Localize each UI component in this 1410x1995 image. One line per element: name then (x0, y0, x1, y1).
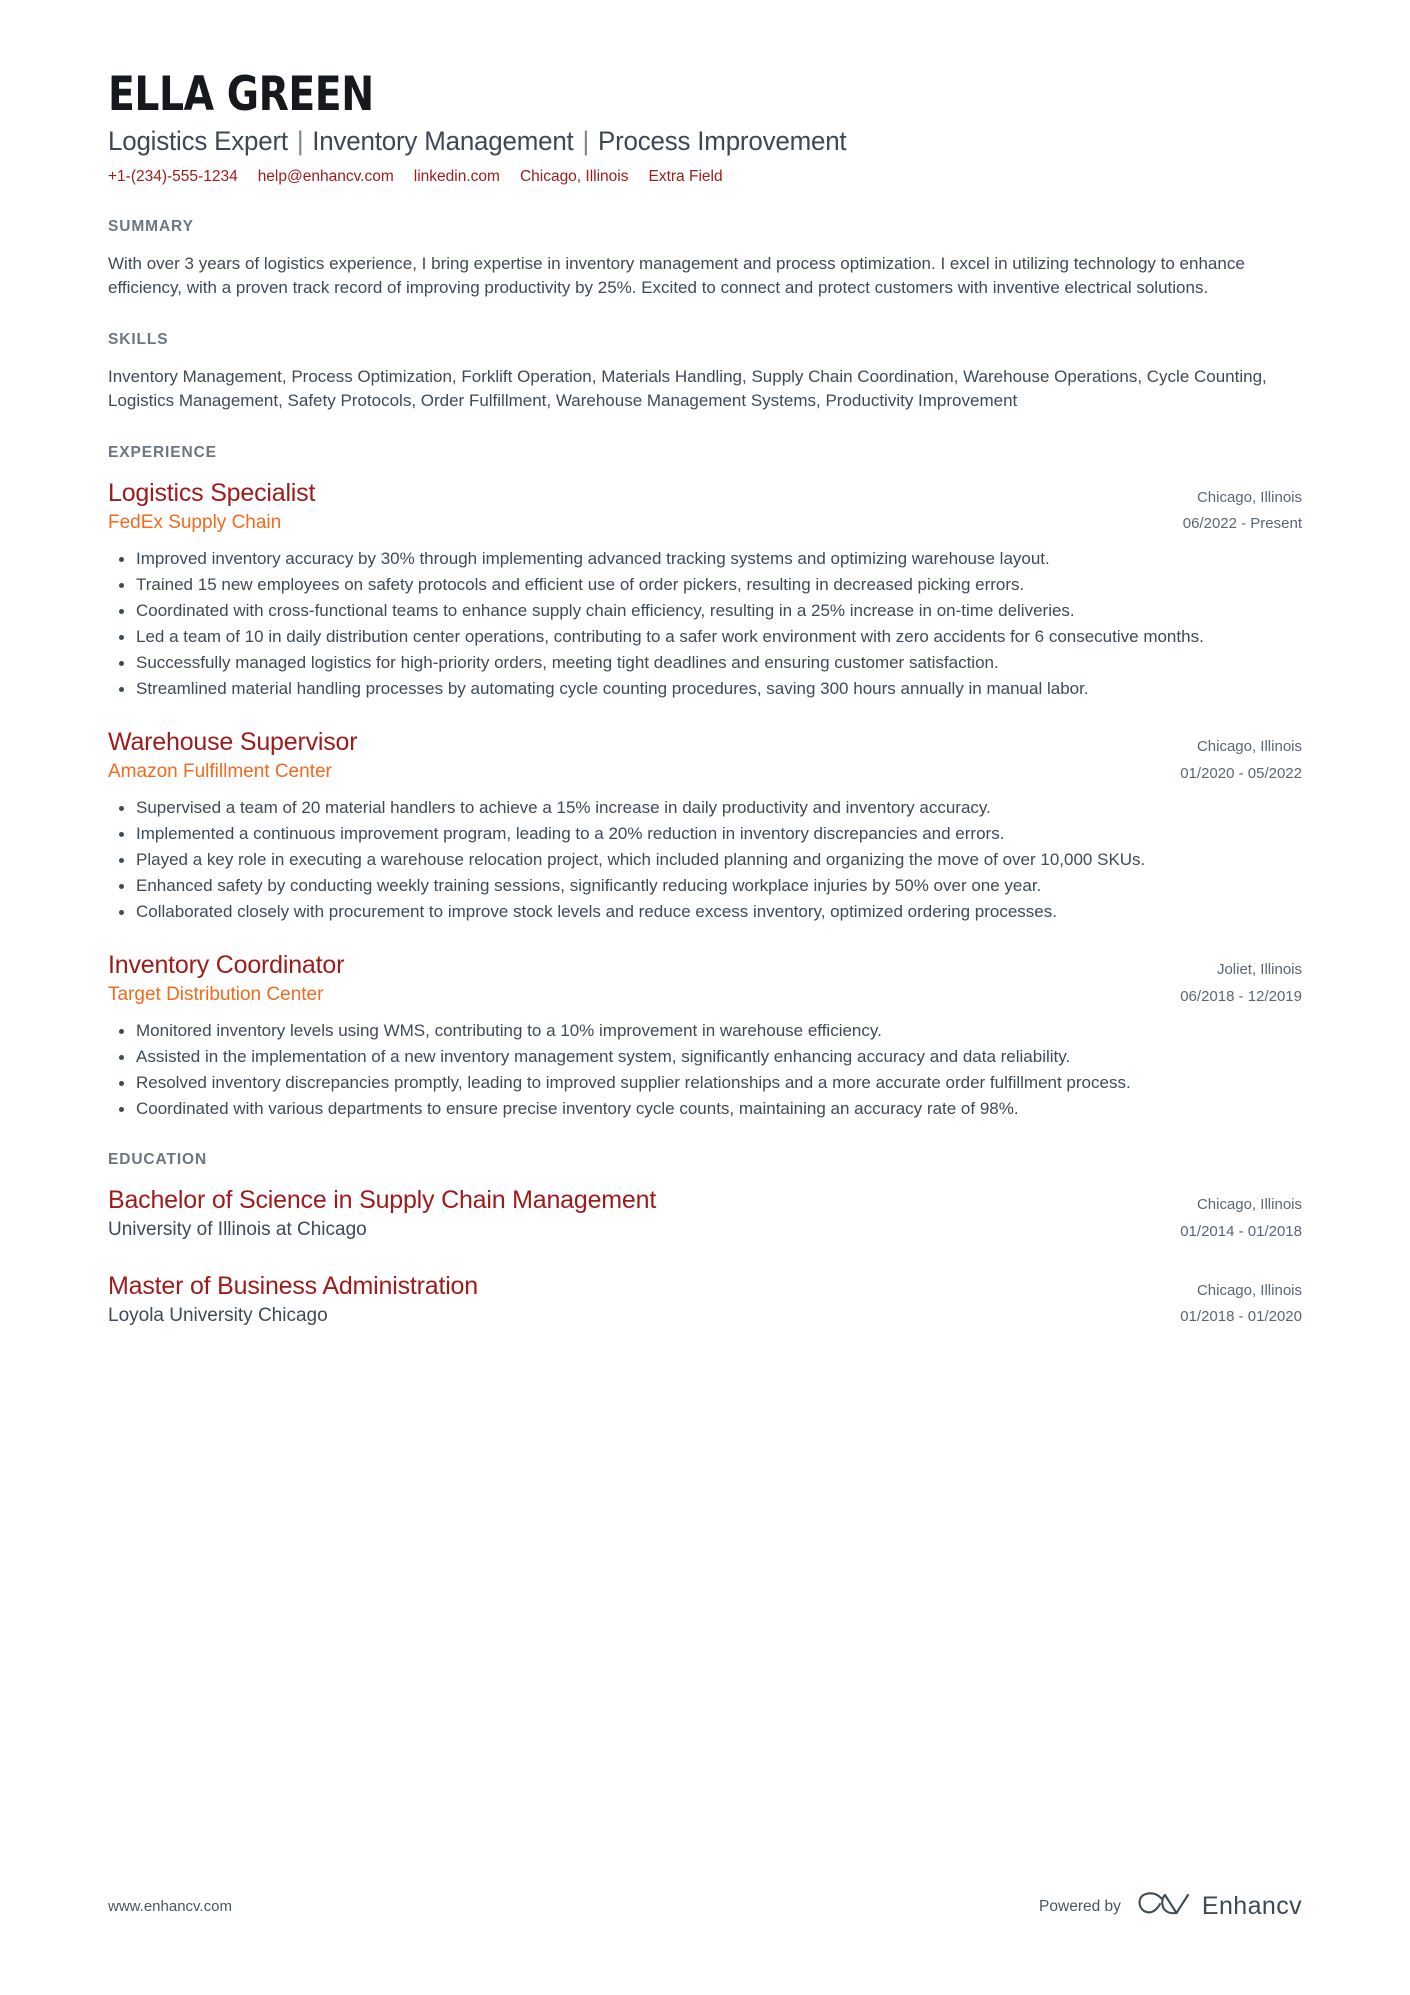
job-dates: 01/2020 - 05/2022 (1180, 764, 1302, 782)
experience-section-title: EXPERIENCE (108, 444, 217, 462)
job-bullet: Streamlined material handling processes … (108, 677, 1302, 701)
contact-email[interactable]: help@enhancv.com (258, 167, 394, 187)
entry-left: Inventory Coordinator Target Distribution… (108, 950, 1112, 1008)
experience-entry: Logistics Specialist FedEx Supply Chain Ch… (108, 478, 1302, 701)
job-bullet: Supervised a team of 20 material handler… (108, 796, 1302, 820)
education-entry: Bachelor of Science in Supply Chain Mana… (108, 1185, 1302, 1245)
headline-separator: | (289, 126, 311, 157)
job-location: Chicago, Illinois (1196, 489, 1302, 507)
school-dates: 01/2018 - 01/2020 (1180, 1308, 1302, 1326)
job-bullets: Improved inventory accuracy by 30% throu… (108, 547, 1302, 702)
education-entry: Master of Business Administration Loyola … (108, 1271, 1302, 1331)
website-link[interactable]: www.enhancv.com (108, 1898, 232, 1915)
skills-section-title: SKILLS (108, 330, 169, 348)
job-bullet: Assisted in the implementation of a new … (108, 1045, 1302, 1069)
job-dates: 06/2022 - Present (1182, 515, 1302, 533)
page-footer: www.enhancv.com Powered by Enhancv (108, 1890, 1302, 1923)
contact-phone[interactable]: +1-(234)-555-1234 (108, 167, 238, 187)
job-dates: 06/2018 - 12/2019 (1180, 987, 1302, 1005)
company-name: Amazon Fulfillment Center (108, 761, 332, 783)
school-name: University of Illinois at Chicago (108, 1219, 367, 1241)
headline-separator: | (575, 126, 597, 157)
contact-linkedin[interactable]: linkedin.com (414, 167, 500, 187)
job-bullet: Improved inventory accuracy by 30% throu… (108, 547, 1302, 571)
job-title: Warehouse Supervisor (108, 728, 358, 757)
entry-meta: Joliet, Illinois 06/2018 - 12/2019 (1112, 950, 1302, 1010)
candidate-name: ELLA GREEN (108, 67, 374, 122)
job-location: Joliet, Illinois (1216, 961, 1302, 979)
job-bullet: Led a team of 10 in daily distribution c… (108, 625, 1302, 649)
job-bullet: Implemented a continuous improvement pro… (108, 822, 1302, 846)
company-name: FedEx Supply Chain (108, 512, 282, 534)
entry-meta: Chicago, Illinois 01/2014 - 01/2018 (1112, 1185, 1302, 1245)
job-bullet: Coordinated with various departments to … (108, 1097, 1302, 1121)
education-entries: Bachelor of Science in Supply Chain Mana… (108, 1185, 1302, 1330)
company-name: Target Distribution Center (108, 984, 324, 1006)
school-location: Chicago, Illinois (1196, 1281, 1302, 1299)
job-bullet: Monitored inventory levels using WMS, co… (108, 1019, 1302, 1043)
entry-header: Bachelor of Science in Supply Chain Mana… (108, 1185, 1302, 1245)
entry-left: Warehouse Supervisor Amazon Fulfillment C… (108, 727, 1112, 785)
job-bullet: Played a key role in executing a warehou… (108, 848, 1302, 872)
entry-meta: Chicago, Illinois 01/2018 - 01/2020 (1112, 1271, 1302, 1331)
degree-title: Bachelor of Science in Supply Chain Mana… (108, 1186, 657, 1215)
headline-part: Process Improvement (597, 126, 847, 157)
resume-page: ELLA GREEN Logistics Expert | Inventory … (0, 0, 1410, 1995)
enhancv-logo-icon (1137, 1890, 1191, 1923)
entry-header: Warehouse Supervisor Amazon Fulfillment C… (108, 727, 1302, 787)
job-bullet: Resolved inventory discrepancies promptl… (108, 1071, 1302, 1095)
summary-text: With over 3 years of logistics experienc… (108, 253, 1245, 298)
education-section: EDUCATION Bachelor of Science in Supply … (108, 1151, 1302, 1330)
contact-location[interactable]: Chicago, Illinois (520, 167, 629, 187)
experience-entry: Warehouse Supervisor Amazon Fulfillment C… (108, 727, 1302, 924)
entry-left: Bachelor of Science in Supply Chain Mana… (108, 1185, 1112, 1243)
summary-section: SUMMARY With over 3 years of logistics e… (108, 218, 1302, 301)
entry-header: Inventory Coordinator Target Distribution… (108, 950, 1302, 1010)
job-bullet: Trained 15 new employees on safety proto… (108, 573, 1302, 597)
entry-header: Master of Business Administration Loyola … (108, 1271, 1302, 1331)
enhancv-brand-name: Enhancv (1201, 1892, 1302, 1920)
resume-header: ELLA GREEN Logistics Expert | Inventory … (108, 70, 1302, 188)
skills-section: SKILLS Inventory Management, Process Opt… (108, 331, 1302, 414)
job-bullet: Enhanced safety by conducting weekly tra… (108, 874, 1302, 898)
job-bullet: Collaborated closely with procurement to… (108, 900, 1302, 924)
job-bullets: Supervised a team of 20 material handler… (108, 796, 1302, 925)
experience-entry: Inventory Coordinator Target Distribution… (108, 950, 1302, 1121)
job-title: Inventory Coordinator (108, 951, 345, 980)
school-location: Chicago, Illinois (1196, 1196, 1302, 1214)
school-dates: 01/2014 - 01/2018 (1180, 1222, 1302, 1240)
entry-left: Logistics Specialist FedEx Supply Chain (108, 478, 1112, 536)
degree-title: Master of Business Administration (108, 1271, 478, 1300)
powered-by-label: Powered by (1039, 1897, 1121, 1915)
job-bullet: Coordinated with cross-functional teams … (108, 599, 1302, 623)
job-title: Logistics Specialist (108, 479, 316, 508)
headline-part: Inventory Management (312, 126, 574, 157)
entry-meta: Chicago, Illinois 01/2020 - 05/2022 (1112, 727, 1302, 787)
contact-extra[interactable]: Extra Field (649, 167, 723, 187)
job-bullets: Monitored inventory levels using WMS, co… (108, 1019, 1302, 1122)
entry-left: Master of Business Administration Loyola … (108, 1271, 1112, 1329)
school-name: Loyola University Chicago (108, 1304, 328, 1326)
summary-section-title: SUMMARY (108, 217, 194, 235)
education-section-title: EDUCATION (108, 1151, 208, 1169)
enhancv-brand: Enhancv (1137, 1890, 1302, 1923)
job-bullet: Successfully managed logistics for high-… (108, 651, 1302, 675)
powered-by-block: Powered by Enhancv (1039, 1890, 1302, 1923)
contact-row: +1-(234)-555-1234 help@enhancv.com linkedi… (108, 167, 1302, 187)
candidate-headline: Logistics Expert | Inventory Management … (108, 126, 1254, 157)
entry-meta: Chicago, Illinois 06/2022 - Present (1112, 478, 1302, 538)
experience-entries: Logistics Specialist FedEx Supply Chain Ch… (108, 478, 1302, 1121)
skills-text: Inventory Management, Process Optimizati… (108, 366, 1267, 411)
experience-section: EXPERIENCE Logistics Specialist FedEx Sup… (108, 444, 1302, 1121)
job-location: Chicago, Illinois (1196, 738, 1302, 756)
entry-header: Logistics Specialist FedEx Supply Chain Ch… (108, 478, 1302, 538)
headline-part: Logistics Expert (108, 126, 288, 157)
